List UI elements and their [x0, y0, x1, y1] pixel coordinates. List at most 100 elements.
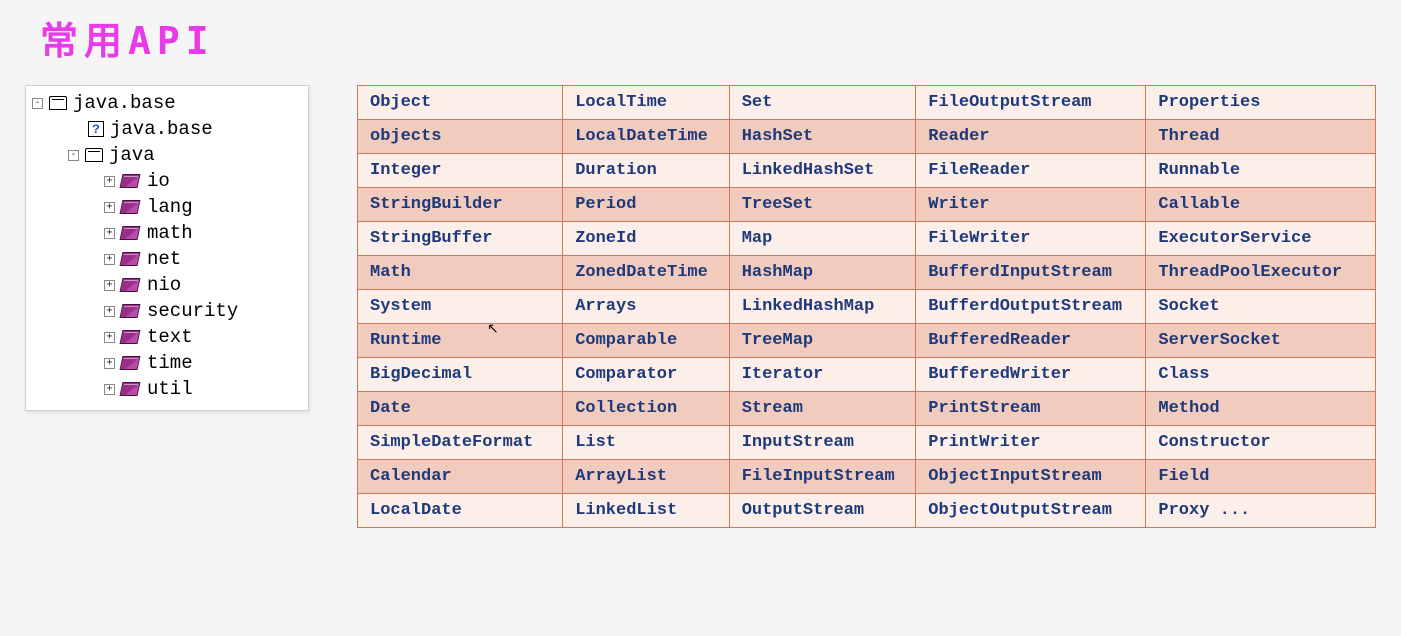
api-class-cell[interactable]: Arrays	[563, 290, 730, 324]
api-class-cell[interactable]: Runnable	[1146, 154, 1376, 188]
tree-node-package[interactable]: +util	[32, 376, 302, 402]
api-class-cell[interactable]: HashSet	[729, 120, 916, 154]
api-class-cell[interactable]: Collection	[563, 392, 730, 426]
api-class-cell[interactable]: ExecutorService	[1146, 222, 1376, 256]
api-class-cell[interactable]: Comparator	[563, 358, 730, 392]
tree-node-file[interactable]: ? java.base	[32, 116, 302, 142]
api-class-cell[interactable]: Object	[358, 86, 563, 120]
tree-toggle-expand-icon[interactable]: +	[104, 332, 115, 343]
api-class-cell[interactable]: LinkedHashSet	[729, 154, 916, 188]
tree-toggle-collapse-icon[interactable]: -	[32, 98, 43, 109]
tree-node-package[interactable]: +nio	[32, 272, 302, 298]
tree-toggle-collapse-icon[interactable]: -	[68, 150, 79, 161]
api-class-cell[interactable]: ObjectOutputStream	[916, 494, 1146, 528]
api-class-cell[interactable]: ZoneId	[563, 222, 730, 256]
tree-toggle-expand-icon[interactable]: +	[104, 280, 115, 291]
api-class-cell[interactable]: ThreadPoolExecutor	[1146, 256, 1376, 290]
api-class-cell[interactable]: PrintStream	[916, 392, 1146, 426]
api-class-cell[interactable]: SimpleDateFormat	[358, 426, 563, 460]
api-class-cell[interactable]: BigDecimal	[358, 358, 563, 392]
tree-node-package[interactable]: + time	[32, 350, 302, 376]
api-class-cell[interactable]: Socket	[1146, 290, 1376, 324]
api-class-cell[interactable]: Math	[358, 256, 563, 290]
api-class-cell[interactable]: BufferdOutputStream	[916, 290, 1146, 324]
table-row: CalendarArrayListFileInputStreamObjectIn…	[358, 460, 1376, 494]
package-icon	[120, 278, 141, 292]
api-class-cell[interactable]: Integer	[358, 154, 563, 188]
tree-toggle-expand-icon[interactable]: +	[104, 228, 115, 239]
api-class-cell[interactable]: Writer	[916, 188, 1146, 222]
api-class-cell[interactable]: StringBuilder	[358, 188, 563, 222]
tree-toggle-expand-icon[interactable]: +	[104, 202, 115, 213]
module-icon	[49, 96, 67, 110]
tree-node-package[interactable]: + math	[32, 220, 302, 246]
api-class-cell[interactable]: FileInputStream	[729, 460, 916, 494]
api-class-cell[interactable]: HashMap	[729, 256, 916, 290]
tree-label: java.base	[73, 92, 176, 114]
api-class-cell[interactable]: ArrayList	[563, 460, 730, 494]
api-class-cell[interactable]: BufferedReader	[916, 324, 1146, 358]
module-icon	[85, 148, 103, 162]
api-class-cell[interactable]: objects	[358, 120, 563, 154]
api-class-cell[interactable]: ObjectInputStream	[916, 460, 1146, 494]
api-class-cell[interactable]: BufferedWriter	[916, 358, 1146, 392]
api-class-cell[interactable]: Map	[729, 222, 916, 256]
api-class-cell[interactable]: Runtime	[358, 324, 563, 358]
api-class-cell[interactable]: LocalDate	[358, 494, 563, 528]
api-class-cell[interactable]: TreeMap	[729, 324, 916, 358]
tree-label: time	[147, 352, 193, 374]
api-class-cell[interactable]: Date	[358, 392, 563, 426]
tree-node-package[interactable]: + net	[32, 246, 302, 272]
api-class-cell[interactable]: FileOutputStream	[916, 86, 1146, 120]
api-class-cell[interactable]: Comparable	[563, 324, 730, 358]
api-class-cell[interactable]: LocalTime	[563, 86, 730, 120]
tree-label: net	[147, 248, 181, 270]
tree-toggle-expand-icon[interactable]: +	[104, 254, 115, 265]
api-class-cell[interactable]: Class	[1146, 358, 1376, 392]
api-class-cell[interactable]: TreeSet	[729, 188, 916, 222]
tree-toggle-expand-icon[interactable]: +	[104, 176, 115, 187]
tree-toggle-expand-icon[interactable]: +	[104, 384, 115, 395]
api-class-cell[interactable]: LinkedList	[563, 494, 730, 528]
tree-label: math	[147, 222, 193, 244]
table-row: SimpleDateFormatListInputStreamPrintWrit…	[358, 426, 1376, 460]
tree-node-package[interactable]: +text	[32, 324, 302, 350]
api-class-cell[interactable]: FileWriter	[916, 222, 1146, 256]
api-class-cell[interactable]: Reader	[916, 120, 1146, 154]
api-class-cell[interactable]: FileReader	[916, 154, 1146, 188]
table-row: BigDecimalComparatorIteratorBufferedWrit…	[358, 358, 1376, 392]
tree-node-package[interactable]: +io	[32, 168, 302, 194]
api-class-cell[interactable]: InputStream	[729, 426, 916, 460]
api-class-cell[interactable]: Proxy ...	[1146, 494, 1376, 528]
api-class-cell[interactable]: Thread	[1146, 120, 1376, 154]
api-class-cell[interactable]: Calendar	[358, 460, 563, 494]
tree-toggle-expand-icon[interactable]: +	[104, 306, 115, 317]
api-class-cell[interactable]: Properties	[1146, 86, 1376, 120]
api-class-cell[interactable]: Stream	[729, 392, 916, 426]
api-class-cell[interactable]: List	[563, 426, 730, 460]
table-row: StringBuilderPeriodTreeSetWriterCallable	[358, 188, 1376, 222]
api-class-cell[interactable]: System	[358, 290, 563, 324]
api-table: ObjectLocalTimeSetFileOutputStreamProper…	[357, 85, 1376, 528]
api-class-cell[interactable]: LocalDateTime	[563, 120, 730, 154]
tree-node-package[interactable]: +lang	[32, 194, 302, 220]
api-class-cell[interactable]: Method	[1146, 392, 1376, 426]
tree-node-package[interactable]: +security	[32, 298, 302, 324]
api-class-cell[interactable]: PrintWriter	[916, 426, 1146, 460]
api-class-cell[interactable]: BufferdInputStream	[916, 256, 1146, 290]
api-class-cell[interactable]: Constructor	[1146, 426, 1376, 460]
api-class-cell[interactable]: Period	[563, 188, 730, 222]
api-class-cell[interactable]: OutputStream	[729, 494, 916, 528]
api-class-cell[interactable]: Duration	[563, 154, 730, 188]
api-class-cell[interactable]: Field	[1146, 460, 1376, 494]
api-class-cell[interactable]: ZonedDateTime	[563, 256, 730, 290]
tree-node-root[interactable]: - java.base	[32, 90, 302, 116]
api-class-cell[interactable]: ServerSocket	[1146, 324, 1376, 358]
api-class-cell[interactable]: Callable	[1146, 188, 1376, 222]
tree-node-java[interactable]: - java	[32, 142, 302, 168]
api-class-cell[interactable]: StringBuffer	[358, 222, 563, 256]
api-class-cell[interactable]: Iterator	[729, 358, 916, 392]
api-class-cell[interactable]: Set	[729, 86, 916, 120]
api-class-cell[interactable]: LinkedHashMap	[729, 290, 916, 324]
tree-toggle-expand-icon[interactable]: +	[104, 358, 115, 369]
